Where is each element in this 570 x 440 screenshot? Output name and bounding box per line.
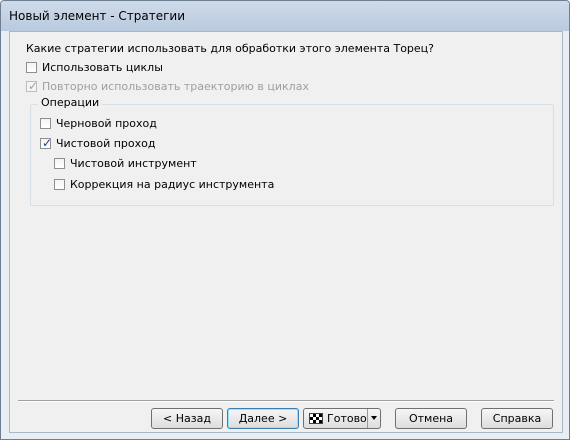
finish-pass-checkbox[interactable] [40, 136, 52, 150]
finish-tool-label[interactable]: Чистовой инструмент [70, 157, 197, 170]
next-button[interactable]: Далее > [227, 408, 299, 429]
checkered-flag-icon [309, 413, 323, 424]
finish-button-label: Готово [327, 412, 367, 425]
title-bar: Новый элемент - Стратегии [1, 1, 569, 31]
rough-pass-label[interactable]: Черновой проход [56, 117, 157, 130]
radius-comp-checkbox[interactable] [54, 179, 65, 190]
dialog-window: Новый элемент - Стратегии Какие стратеги… [0, 0, 570, 440]
finish-dropdown-arrow[interactable] [367, 409, 380, 428]
operations-legend: Операции [38, 96, 103, 109]
cancel-button[interactable]: Отмена [395, 408, 467, 429]
use-cycles-label[interactable]: Использовать циклы [42, 61, 163, 74]
help-button[interactable]: Справка [481, 408, 553, 429]
radius-comp-label[interactable]: Коррекция на радиус инструмента [70, 178, 274, 191]
finish-tool-checkbox[interactable] [54, 158, 65, 169]
button-separator [18, 400, 554, 402]
chevron-down-icon [371, 416, 377, 420]
finish-split-button[interactable]: Готово [303, 408, 381, 429]
rough-pass-checkbox[interactable] [40, 118, 51, 129]
question-text: Какие стратегии использовать для обработ… [26, 42, 434, 55]
back-button[interactable]: < Назад [151, 408, 223, 429]
window-title: Новый элемент - Стратегии [9, 9, 186, 23]
use-cycles-checkbox[interactable] [26, 62, 37, 73]
reuse-path-checkbox [26, 79, 38, 93]
dialog-content: Какие стратегии использовать для обработ… [9, 31, 563, 433]
finish-pass-label[interactable]: Чистовой проход [56, 137, 155, 150]
reuse-path-label: Повторно использовать траекторию в цикла… [42, 80, 309, 93]
